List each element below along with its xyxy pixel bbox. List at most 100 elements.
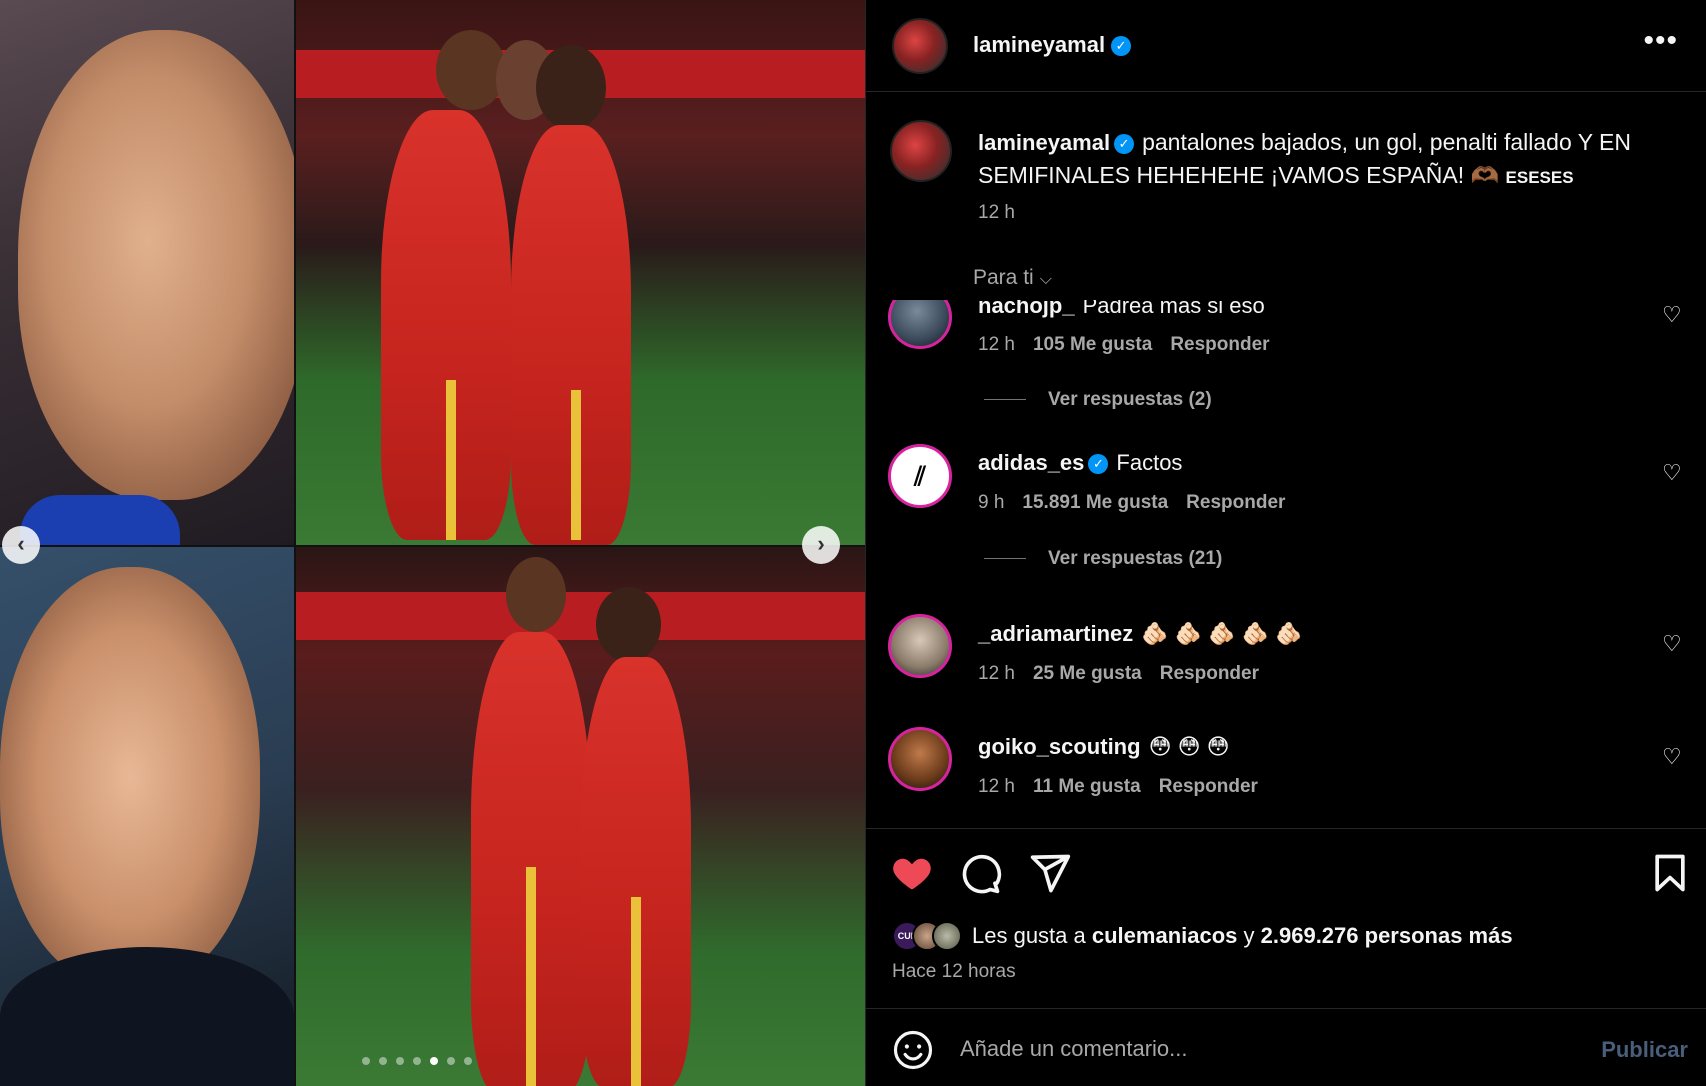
post-detail-panel: lamineyamal ✓ ••• lamineyamal ✓ pantalones … xyxy=(865,0,1706,1086)
kit-stripe xyxy=(631,897,641,1086)
player-head xyxy=(596,587,661,662)
comment-bubble-icon[interactable] xyxy=(959,851,1003,895)
microphone xyxy=(20,495,180,545)
player-head xyxy=(506,557,566,632)
author-avatar[interactable] xyxy=(892,18,948,74)
comment-text: adidas_es ✓ Factos xyxy=(978,450,1182,476)
comment-sort-label: Para ti xyxy=(973,266,1034,289)
carousel-next-button[interactable]: › xyxy=(802,526,840,564)
more-options-icon[interactable]: ••• xyxy=(1643,24,1678,58)
comment-like-heart-icon[interactable]: ♡ xyxy=(1662,633,1684,655)
likes-summary[interactable]: CUL Les gusta a culemaniacos y 2.969.276… xyxy=(892,921,1513,951)
replies-divider xyxy=(984,399,1026,401)
author-username-text[interactable]: lamineyamal xyxy=(973,32,1105,57)
commenter-username[interactable]: _adriamartinez xyxy=(978,621,1133,646)
likes-prefix: Les gusta a xyxy=(972,923,1086,948)
view-replies-label: Ver respuestas (21) xyxy=(1048,548,1223,569)
kit-stripe xyxy=(446,380,456,540)
carousel-dot xyxy=(430,1057,438,1065)
commenter-avatar[interactable] xyxy=(888,727,952,791)
reply-button[interactable]: Responder xyxy=(1170,334,1269,355)
likes-user[interactable]: culemaniacos xyxy=(1092,923,1238,948)
carousel-dot xyxy=(413,1057,421,1065)
author-username[interactable]: lamineyamal ✓ xyxy=(973,32,1132,58)
commenter-username[interactable]: nachojp_ xyxy=(978,300,1075,318)
post-timestamp: Hace 12 horas xyxy=(892,961,1016,982)
carousel-dot xyxy=(447,1057,455,1065)
carousel-dot xyxy=(362,1057,370,1065)
kit-stripe xyxy=(571,390,581,540)
comment-input[interactable] xyxy=(960,1031,1520,1067)
comment-time: 12 h xyxy=(978,334,1015,355)
comment-body: Padrea más si eso xyxy=(1082,300,1265,318)
commenter-username[interactable]: goiko_scouting xyxy=(978,734,1141,759)
player-head xyxy=(436,30,506,110)
caption-author-avatar[interactable] xyxy=(890,120,952,182)
verified-badge-icon: ✓ xyxy=(1111,36,1132,56)
photo-players-bottom xyxy=(296,547,865,1086)
caption-text-block: lamineyamal ✓ pantalones bajados, un gol, … xyxy=(978,126,1678,194)
photo-players-top xyxy=(296,0,865,545)
view-replies-button[interactable]: Ver respuestas (2) xyxy=(984,389,1212,411)
commenter-avatar[interactable] xyxy=(888,614,952,678)
emoji-smiley-icon[interactable] xyxy=(892,1029,934,1071)
verified-badge-icon: ✓ xyxy=(1114,134,1135,154)
comment-likes[interactable]: 15.891 Me gusta xyxy=(1022,492,1168,513)
reply-button[interactable]: Responder xyxy=(1159,776,1258,797)
player-head xyxy=(536,45,606,130)
comment-body: 😳 😳 😳 xyxy=(1148,734,1230,759)
view-replies-label: Ver respuestas (2) xyxy=(1048,389,1212,410)
photo-man-closeup-top xyxy=(0,0,294,545)
carousel-dot xyxy=(464,1057,472,1065)
save-bookmark-icon[interactable] xyxy=(1648,851,1692,895)
comment-text: nachojp_ Padrea más si eso xyxy=(978,300,1265,319)
commenter-avatar[interactable] xyxy=(888,300,952,349)
carousel-dot xyxy=(379,1057,387,1065)
commenter-avatar[interactable]: ⫽ xyxy=(888,444,952,508)
post-media-carousel[interactable]: ‹ › xyxy=(0,0,865,1086)
post-actions: CUL Les gusta a culemaniacos y 2.969.276… xyxy=(866,828,1706,1008)
reply-button[interactable]: Responder xyxy=(1160,663,1259,684)
like-heart-icon[interactable] xyxy=(890,851,934,895)
carousel-dot xyxy=(396,1057,404,1065)
comment-text: goiko_scouting 😳 😳 😳 xyxy=(978,734,1230,760)
comment-time: 12 h xyxy=(978,776,1015,797)
comment-like-heart-icon[interactable]: ♡ xyxy=(1662,462,1684,484)
comment-like-heart-icon[interactable]: ♡ xyxy=(1662,746,1684,768)
publish-button[interactable]: Publicar xyxy=(1601,1037,1688,1063)
share-send-icon[interactable] xyxy=(1028,851,1072,895)
stadium-banner xyxy=(296,592,865,640)
post-header: lamineyamal ✓ ••• xyxy=(866,0,1706,92)
likes-connector: y xyxy=(1243,923,1255,948)
photo-man-closeup-bottom xyxy=(0,547,294,1086)
comment-like-heart-icon[interactable]: ♡ xyxy=(1662,304,1684,326)
reply-button[interactable]: Responder xyxy=(1186,492,1285,513)
kit-stripe xyxy=(526,867,536,1086)
comment-meta: 9 h 15.891 Me gusta Responder xyxy=(978,492,1303,514)
comment-likes[interactable]: 11 Me gusta xyxy=(1033,776,1141,797)
face xyxy=(18,30,294,500)
comment-body: Factos xyxy=(1116,450,1183,475)
comment-meta: 12 h 11 Me gusta Responder xyxy=(978,776,1276,798)
caption-username[interactable]: lamineyamal xyxy=(978,130,1110,155)
comments-list[interactable]: nachojp_ Padrea más si eso 12 h 105 Me gus… xyxy=(866,300,1706,830)
comment-body: 🫵🏻 🫵🏻 🫵🏻 🫵🏻 🫵🏻 xyxy=(1141,621,1303,646)
replies-divider xyxy=(984,558,1026,560)
comment-meta: 12 h 105 Me gusta Responder xyxy=(978,334,1288,356)
verified-badge-icon: ✓ xyxy=(1088,454,1109,474)
face xyxy=(0,567,260,987)
caption-suffix: ESESES xyxy=(1505,168,1574,187)
carousel-prev-button[interactable]: ‹ xyxy=(2,526,40,564)
comment-likes[interactable]: 25 Me gusta xyxy=(1033,663,1142,684)
comment-sort-dropdown[interactable]: Para ti ⌵ xyxy=(973,266,1052,290)
commenter-username[interactable]: adidas_es xyxy=(978,450,1084,475)
likes-text: Les gusta a culemaniacos y 2.969.276 per… xyxy=(972,923,1513,949)
comment-time: 12 h xyxy=(978,663,1015,684)
carousel-pagination-dots xyxy=(362,1057,472,1065)
shirt xyxy=(0,947,294,1086)
comment-likes[interactable]: 105 Me gusta xyxy=(1033,334,1152,355)
view-replies-button[interactable]: Ver respuestas (21) xyxy=(984,548,1222,570)
comment-text: _adriamartinez 🫵🏻 🫵🏻 🫵🏻 🫵🏻 🫵🏻 xyxy=(978,621,1303,647)
chevron-down-icon: ⌵ xyxy=(1039,271,1052,288)
likes-others[interactable]: 2.969.276 personas más xyxy=(1261,923,1513,948)
